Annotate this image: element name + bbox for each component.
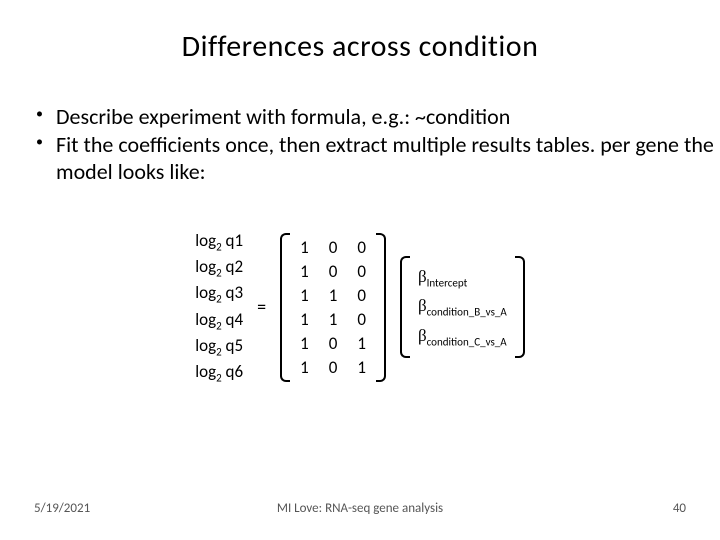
equals-sign: = xyxy=(257,296,266,318)
bullet-list: Describe experiment with formula, e.g.: … xyxy=(36,103,720,186)
bullet-item: Fit the coefficients once, then extract … xyxy=(36,131,720,186)
matrix-col: 000011 xyxy=(357,237,366,378)
log-row: log2 q3 xyxy=(195,282,243,305)
slide-title: Differences across condition xyxy=(0,0,720,65)
log-row: log2 q2 xyxy=(195,256,243,279)
matrix-col: 111111 xyxy=(300,237,309,378)
beta-row: βIntercept xyxy=(418,266,507,289)
log-row: log2 q1 xyxy=(195,230,243,253)
footer-page-number: 40 xyxy=(673,501,686,516)
slide-footer: 5/19/2021 MI Love: RNA-seq gene analysis… xyxy=(0,501,720,516)
bullet-item: Describe experiment with formula, e.g.: … xyxy=(36,103,720,131)
design-matrix: 111111 001100 000011 xyxy=(280,233,386,382)
coefficient-vector: βIntercept βcondition_B_vs_A βcondition_… xyxy=(400,256,525,358)
beta-row: βcondition_B_vs_A xyxy=(418,295,507,318)
beta-row: βcondition_C_vs_A xyxy=(418,325,507,348)
log-row: log2 q6 xyxy=(195,361,243,384)
bracket-right-icon xyxy=(515,256,525,358)
footer-attribution: MI Love: RNA-seq gene analysis xyxy=(277,501,443,516)
log-row: log2 q4 xyxy=(195,309,243,332)
log-vector: log2 q1 log2 q2 log2 q3 log2 q4 log2 q5 … xyxy=(195,230,243,385)
matrix-col: 001100 xyxy=(329,237,338,378)
bracket-right-icon xyxy=(376,233,386,382)
log-row: log2 q5 xyxy=(195,335,243,358)
model-equation: log2 q1 log2 q2 log2 q3 log2 q4 log2 q5 … xyxy=(0,230,720,385)
bracket-left-icon xyxy=(400,256,410,358)
bracket-left-icon xyxy=(280,233,290,382)
footer-date: 5/19/2021 xyxy=(34,501,90,516)
